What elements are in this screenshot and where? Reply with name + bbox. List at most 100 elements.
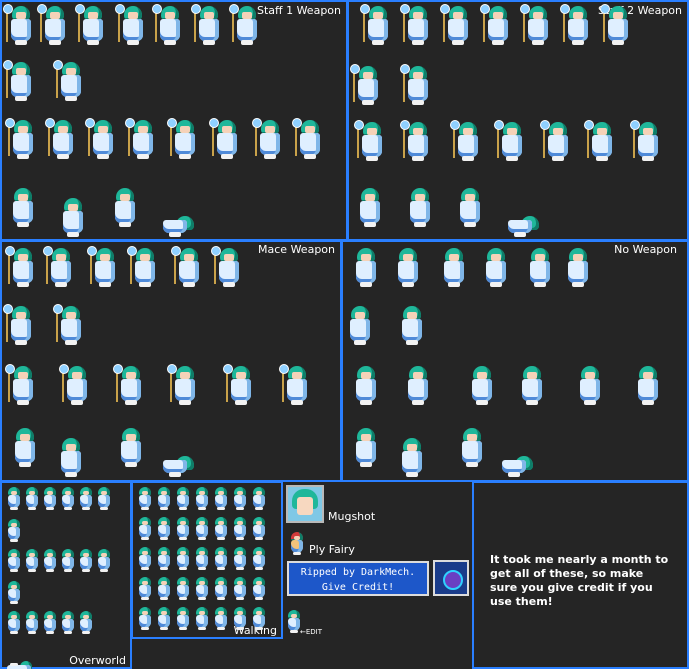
panel-mace: Mace Weapon <box>0 240 342 482</box>
sprite-figure-icon <box>127 246 158 288</box>
panel-walking: Walking <box>131 481 283 639</box>
sprite-figure-icon <box>85 118 116 160</box>
sprite-figure-icon <box>78 611 94 635</box>
sprite-figure-icon <box>6 487 22 511</box>
sprite-figure-icon <box>191 4 222 46</box>
sprite-figure-icon <box>209 118 240 160</box>
sprite-figure-icon <box>252 118 283 160</box>
sprite-figure-icon <box>483 248 509 288</box>
sprite-figure-icon <box>213 607 229 631</box>
sprite-figure-icon <box>469 366 495 406</box>
sprite-figure-icon <box>232 607 248 631</box>
sprite-figure-icon <box>6 519 22 543</box>
sprite-figure-icon <box>251 517 267 541</box>
sprite-figure-icon <box>194 517 210 541</box>
credit-line-2: Give Credit! <box>321 582 395 593</box>
sprite-figure-icon <box>407 188 433 228</box>
section-label-staff1: Staff 1 Weapon <box>256 4 341 17</box>
sprite-figure-icon <box>167 364 198 406</box>
sprite-figure-icon <box>194 577 210 601</box>
sprite-figure-icon <box>213 487 229 511</box>
sprite-figure-icon <box>405 366 431 406</box>
sprite-figure-icon <box>229 4 260 46</box>
sprite-figure-icon <box>125 118 156 160</box>
sprite-figure-icon <box>251 547 267 571</box>
panel-staff1: Staff 1 Weapon <box>0 0 348 241</box>
sprite-figure-icon <box>353 366 379 406</box>
sprite-figure-icon <box>60 198 86 238</box>
sprite-figure-icon <box>540 120 571 162</box>
sprite-figure-icon <box>5 364 36 406</box>
mugshot-label: Mugshot <box>328 510 376 523</box>
sprite-figure-icon <box>5 118 36 160</box>
sprite-figure-icon <box>223 364 254 406</box>
sprite-figure-icon <box>152 4 183 46</box>
sprite-figure-icon <box>400 120 431 162</box>
panel-overworld: Overworld <box>0 481 132 669</box>
sprite-figure-icon <box>162 198 194 238</box>
sprite-figure-icon <box>347 306 373 346</box>
sprite-figure-icon <box>3 60 34 102</box>
sprite-figure-icon <box>279 364 310 406</box>
credit-box: Ripped by DarkMech. Give Credit! <box>287 561 429 596</box>
sprite-figure-icon <box>507 198 539 238</box>
sprite-figure-icon <box>560 4 591 46</box>
sprite-figure-icon <box>353 428 379 468</box>
sprite-figure-icon <box>400 4 431 46</box>
sprite-figure-icon <box>137 607 153 631</box>
sprite-figure-icon <box>194 607 210 631</box>
sprite-figure-icon <box>232 547 248 571</box>
sprite-figure-icon <box>96 487 112 511</box>
sprite-figure-icon <box>156 487 172 511</box>
sprite-figure-icon <box>354 120 385 162</box>
sprite-figure-icon <box>213 577 229 601</box>
sprite-figure-icon <box>3 304 34 346</box>
sprite-figure-icon <box>167 118 198 160</box>
sprite-figure-icon <box>137 487 153 511</box>
sprite-figure-icon <box>600 4 631 46</box>
sprite-figure-icon <box>10 188 36 228</box>
sprite-figure-icon <box>156 547 172 571</box>
sprite-figure-icon <box>78 487 94 511</box>
section-label-mace: Mace Weapon <box>258 243 335 256</box>
sprite-sheet: Staff 1 Weapon Staff 2 Weapon Mace Weapo… <box>0 0 689 669</box>
sprite-figure-icon <box>232 487 248 511</box>
sprite-figure-icon <box>78 549 94 573</box>
section-label-noweapon: No Weapon <box>614 243 677 256</box>
mugshot-icon <box>286 485 324 523</box>
sprite-figure-icon <box>112 188 138 228</box>
sprite-figure-icon <box>357 188 383 228</box>
sprite-figure-icon <box>630 120 661 162</box>
sprite-figure-icon <box>213 517 229 541</box>
sprite-figure-icon <box>43 246 74 288</box>
sprite-figure-icon <box>232 577 248 601</box>
sprite-figure-icon <box>520 4 551 46</box>
sprite-figure-icon <box>137 547 153 571</box>
sprite-figure-icon <box>156 517 172 541</box>
sprite-figure-icon <box>251 487 267 511</box>
sprite-figure-icon <box>60 549 76 573</box>
sprite-figure-icon <box>42 611 58 635</box>
sprite-figure-icon <box>251 607 267 631</box>
sprite-figure-icon <box>156 577 172 601</box>
sprite-figure-icon <box>480 4 511 46</box>
sprite-figure-icon <box>58 438 84 478</box>
sprite-figure-icon <box>494 120 525 162</box>
sprite-figure-icon <box>175 577 191 601</box>
sprite-figure-icon <box>251 577 267 601</box>
sprite-figure-icon <box>213 547 229 571</box>
sprite-figure-icon <box>175 487 191 511</box>
sprite-figure-icon <box>501 438 533 478</box>
sprite-figure-icon <box>6 611 22 635</box>
sprite-figure-icon <box>75 4 106 46</box>
sprite-figure-icon <box>175 607 191 631</box>
sprite-figure-icon <box>360 4 391 46</box>
sprite-figure-icon <box>400 64 431 106</box>
ply-fairy-label: Ply Fairy <box>309 543 355 556</box>
sprite-figure-icon <box>96 549 112 573</box>
sprite-figure-icon <box>162 438 194 478</box>
sprite-figure-icon <box>194 547 210 571</box>
sprite-figure-icon <box>232 517 248 541</box>
sprite-figure-icon <box>87 246 118 288</box>
sprite-figure-icon <box>156 607 172 631</box>
